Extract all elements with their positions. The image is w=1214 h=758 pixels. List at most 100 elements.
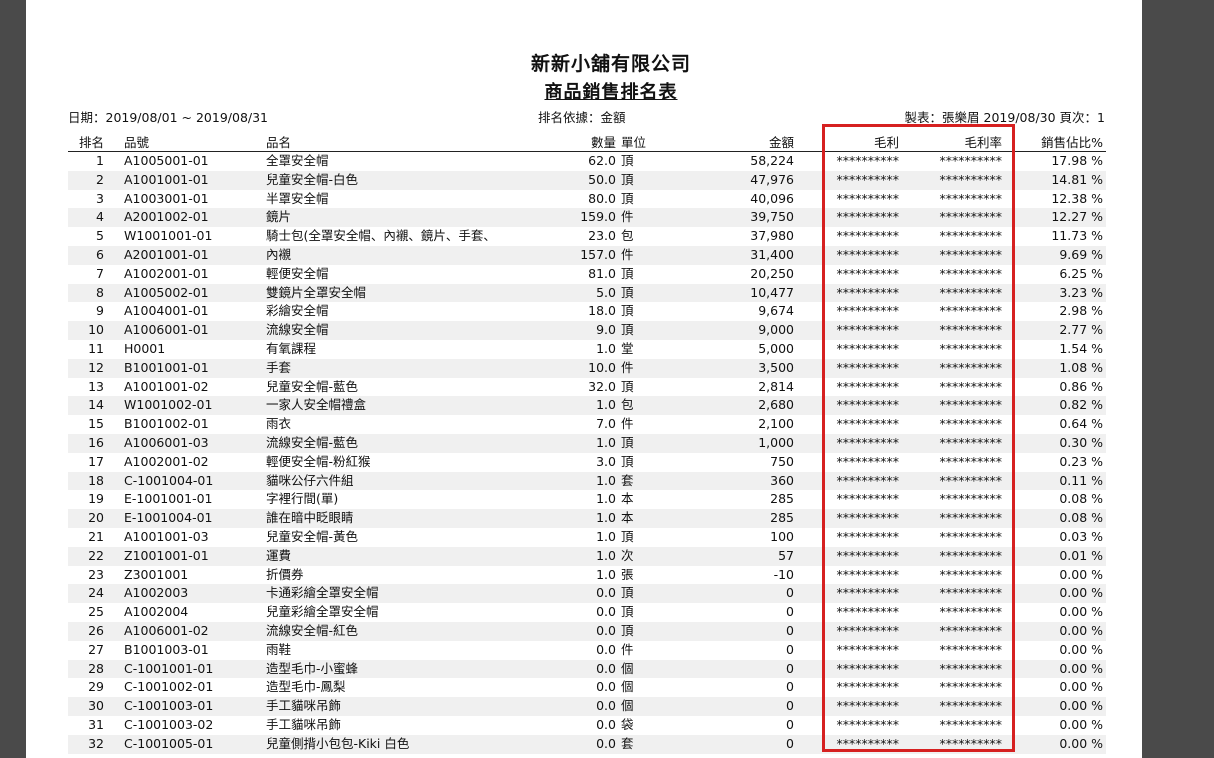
- cell-unit: 頂: [621, 153, 634, 168]
- table-row: 8 A1005002-01 雙鏡片全罩安全帽 5.0 頂 10,477 **********…: [68, 283, 1106, 303]
- header-gross-margin: 毛利率: [964, 135, 1002, 150]
- table-row: 7 A1002001-01 輕便安全帽 81.0 頂 20,250 ********** **…: [68, 265, 1106, 284]
- cell-name: 雨衣: [266, 416, 292, 432]
- cell-gross-margin: **********: [939, 416, 1003, 432]
- cell-qty: 10.0: [588, 359, 616, 375]
- cell-qty: 0.0: [596, 585, 616, 601]
- cell-code: C-1001005-01: [124, 735, 214, 751]
- cell-gross-profit: **********: [836, 153, 900, 168]
- cell-unit: 件: [621, 359, 634, 375]
- header-amount: 金額: [768, 135, 794, 150]
- table-row: 20 E-1001004-01 誰在暗中眨眼睛 1.0 本 285 ********** **…: [68, 509, 1106, 528]
- cell-name: 造型毛巾-鳳梨: [266, 679, 346, 695]
- cell-name: 兒童彩繪全罩安全帽: [266, 604, 379, 620]
- cell-rank: 19: [88, 491, 104, 507]
- cell-gross-margin: **********: [939, 547, 1003, 563]
- cell-name: 運費: [266, 547, 292, 563]
- cell-gross-profit: **********: [836, 171, 900, 187]
- cell-gross-margin: **********: [939, 378, 1003, 394]
- cell-sales-pct: 17.98 %: [1051, 153, 1103, 168]
- cell-amount: 360: [770, 472, 794, 488]
- cell-qty: 50.0: [588, 171, 616, 187]
- table-row: 19 E-1001001-01 字裡行間(單) 1.0 本 285 ********** **…: [68, 490, 1106, 509]
- cell-sales-pct: 0.30 %: [1059, 434, 1103, 450]
- cell-code: C-1001001-01: [124, 660, 214, 676]
- cell-sales-pct: 11.73 %: [1051, 228, 1103, 244]
- cell-qty: 9.0: [596, 322, 616, 338]
- cell-gross-margin: **********: [939, 491, 1003, 507]
- cell-sales-pct: 6.25 %: [1059, 265, 1103, 281]
- cell-rank: 15: [88, 416, 104, 432]
- cell-gross-margin: **********: [939, 622, 1003, 638]
- cell-gross-margin: **********: [939, 735, 1003, 751]
- cell-unit: 頂: [621, 604, 634, 620]
- cell-qty: 1.0: [596, 472, 616, 488]
- cell-rank: 29: [88, 679, 104, 695]
- cell-gross-margin: **********: [939, 303, 1003, 319]
- cell-code: W1001002-01: [124, 397, 213, 413]
- cell-gross-profit: **********: [836, 340, 900, 356]
- cell-gross-profit: **********: [836, 190, 900, 206]
- cell-gross-profit: **********: [836, 622, 900, 638]
- table-row: 5 W1001001-01 騎士包(全罩安全帽、內襯、鏡片、手套、 23.0 包 37,9…: [68, 227, 1106, 246]
- header-code: 品號: [124, 135, 150, 150]
- cell-qty: 7.0: [596, 416, 616, 432]
- header-gross-profit: 毛利: [873, 135, 899, 150]
- cell-code: A1006001-01: [124, 322, 209, 338]
- cell-rank: 6: [96, 246, 104, 262]
- cell-code: C-1001004-01: [124, 472, 214, 488]
- cell-gross-profit: **********: [836, 434, 900, 450]
- cell-rank: 8: [96, 284, 104, 300]
- cell-unit: 頂: [621, 303, 634, 319]
- cell-gross-margin: **********: [939, 453, 1003, 469]
- cell-name: 騎士包(全罩安全帽、內襯、鏡片、手套、: [266, 228, 496, 244]
- cell-rank: 11: [88, 340, 104, 356]
- cell-rank: 25: [88, 604, 104, 620]
- table-row: 9 A1004001-01 彩繪安全帽 18.0 頂 9,674 ********** ***…: [68, 302, 1106, 321]
- cell-gross-profit: **********: [836, 491, 900, 507]
- cell-code: A1004001-01: [124, 303, 209, 319]
- cell-rank: 9: [96, 303, 104, 319]
- cell-rank: 30: [88, 698, 104, 714]
- cell-name: 流線安全帽-藍色: [266, 434, 359, 450]
- cell-code: A1001001-01: [124, 171, 209, 187]
- cell-name: 貓咪公仔六件組: [266, 472, 354, 488]
- cell-gross-margin: **********: [939, 528, 1003, 544]
- cell-gross-margin: **********: [939, 190, 1003, 206]
- cell-name: 輕便安全帽: [266, 265, 329, 281]
- cell-gross-profit: **********: [836, 679, 900, 695]
- cell-rank: 17: [88, 453, 104, 469]
- cell-qty: 81.0: [588, 265, 616, 281]
- viewer-margin: [1142, 0, 1214, 758]
- cell-code: A1002003: [124, 585, 189, 601]
- cell-gross-profit: **********: [836, 566, 900, 582]
- table-row: 3 A1003001-01 半罩安全帽 80.0 頂 40,096 ********** **…: [68, 190, 1106, 209]
- cell-amount: 57: [778, 547, 794, 563]
- cell-name: 雙鏡片全罩安全帽: [266, 284, 367, 300]
- cell-qty: 62.0: [588, 153, 616, 168]
- cell-gross-margin: **********: [939, 171, 1003, 187]
- cell-gross-profit: **********: [836, 246, 900, 262]
- cell-amount: 0: [786, 735, 794, 751]
- report-title: 商品銷售排名表: [544, 82, 678, 103]
- cell-qty: 1.0: [596, 510, 616, 526]
- cell-gross-profit: **********: [836, 604, 900, 620]
- cell-gross-profit: **********: [836, 716, 900, 732]
- cell-unit: 個: [621, 679, 634, 695]
- cell-name: 一家人安全帽禮盒: [266, 397, 367, 413]
- cell-amount: 20,250: [750, 265, 794, 281]
- cell-amount: 285: [770, 510, 794, 526]
- cell-unit: 件: [621, 209, 634, 225]
- cell-sales-pct: 12.27 %: [1051, 209, 1103, 225]
- cell-unit: 包: [621, 228, 634, 244]
- header-rank: 排名: [78, 135, 104, 150]
- table-row: 29 C-1001002-01 造型毛巾-鳳梨 0.0 個 0 ********** ****…: [68, 678, 1106, 697]
- cell-amount: 0: [786, 585, 794, 601]
- cell-name: 全罩安全帽: [266, 153, 329, 168]
- cell-amount: 10,477: [750, 284, 794, 300]
- cell-rank: 26: [88, 622, 104, 638]
- table-row: 25 A1002004 兒童彩繪全罩安全帽 0.0 頂 0 ********** ******…: [68, 603, 1106, 622]
- cell-amount: 9,674: [758, 303, 794, 319]
- cell-name: 手套: [266, 359, 292, 375]
- table-row: 16 A1006001-03 流線安全帽-藍色 1.0 頂 1,000 **********…: [68, 433, 1106, 453]
